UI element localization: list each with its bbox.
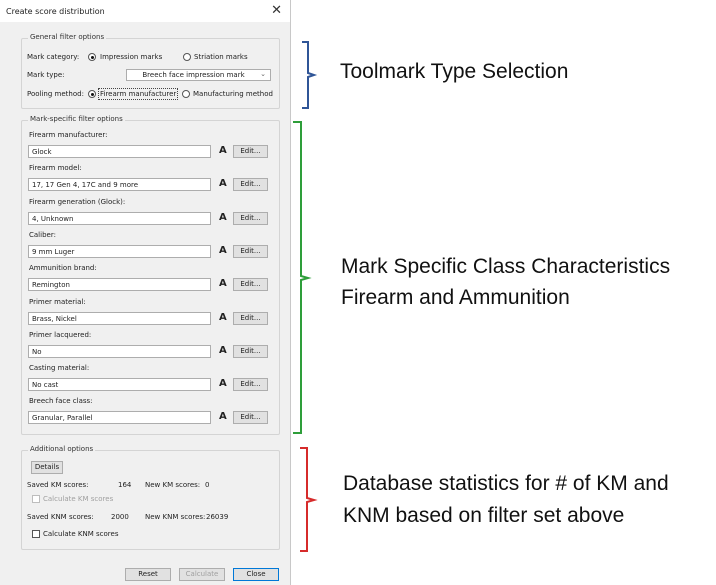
edit-button[interactable]: Edit...: [233, 345, 268, 358]
field-label: Ammunition brand:: [29, 264, 97, 272]
additional-options-group: Additional options Details Saved KM scor…: [21, 445, 280, 550]
field-label: Firearm manufacturer:: [29, 131, 108, 139]
impression-marks-label[interactable]: Impression marks: [100, 53, 162, 61]
edit-button[interactable]: Edit...: [233, 378, 268, 391]
text-filter-icon: A: [219, 345, 227, 356]
blue-brace: [302, 41, 318, 109]
calculate-button[interactable]: Calculate: [179, 568, 225, 581]
title-bar: Create score distribution ✕: [0, 0, 290, 22]
edit-button[interactable]: Edit...: [233, 178, 268, 191]
field-label: Breech face class:: [29, 397, 93, 405]
field-label: Firearm model:: [29, 164, 82, 172]
calculate-km-label: Calculate KM scores: [43, 495, 114, 503]
text-filter-icon: A: [219, 312, 227, 323]
red-brace-path: [300, 447, 318, 552]
calculate-knm-label: Calculate KNM scores: [43, 530, 119, 538]
edit-button[interactable]: Edit...: [233, 312, 268, 325]
text-filter-icon: A: [219, 245, 227, 256]
filter-value-field[interactable]: 4, Unknown: [28, 212, 211, 225]
blue-brace-path: [302, 41, 318, 109]
field-label: Caliber:: [29, 231, 56, 239]
filter-value-field[interactable]: Brass, Nickel: [28, 312, 211, 325]
firearm-manufacturer-radio[interactable]: [88, 90, 96, 98]
mark-type-label: Mark type:: [27, 71, 65, 79]
details-button[interactable]: Details: [31, 461, 63, 474]
striation-marks-label[interactable]: Striation marks: [194, 53, 248, 61]
pooling-method-label: Pooling method:: [27, 90, 84, 98]
mark-type-value: Breech face impression mark: [142, 71, 245, 79]
field-label: Firearm generation (Glock):: [29, 198, 126, 206]
mark-specific-legend: Mark-specific filter options: [28, 115, 125, 123]
mark-category-label: Mark category:: [27, 53, 80, 61]
green-brace: [293, 121, 312, 434]
filter-value-field[interactable]: No cast: [28, 378, 211, 391]
close-button[interactable]: Close: [233, 568, 279, 581]
green-brace-path: [293, 121, 312, 434]
edit-button[interactable]: Edit...: [233, 411, 268, 424]
close-icon[interactable]: ✕: [271, 3, 282, 18]
manufacturing-method-radio[interactable]: [182, 90, 190, 98]
manufacturing-method-label[interactable]: Manufacturing method: [193, 90, 273, 98]
red-brace: [300, 447, 318, 552]
new-km-value: 0: [205, 481, 210, 489]
calculate-km-checkbox[interactable]: [32, 495, 40, 503]
new-knm-value: 26039: [206, 513, 229, 521]
filter-value-field[interactable]: No: [28, 345, 211, 358]
text-filter-icon: A: [219, 212, 227, 223]
filter-value-field[interactable]: 9 mm Luger: [28, 245, 211, 258]
text-filter-icon: A: [219, 411, 227, 422]
text-filter-icon: A: [219, 145, 227, 156]
dialog-title: Create score distribution: [6, 7, 105, 16]
chevron-down-icon: ⌄: [260, 70, 266, 78]
filter-value-field[interactable]: Granular, Parallel: [28, 411, 211, 424]
text-filter-icon: A: [219, 178, 227, 189]
edit-button[interactable]: Edit...: [233, 245, 268, 258]
text-filter-icon: A: [219, 278, 227, 289]
filter-value-field[interactable]: Remington: [28, 278, 211, 291]
database-annotation-line1: Database statistics for # of KM and: [343, 472, 669, 495]
field-label: Primer lacquered:: [29, 331, 92, 339]
general-filter-group: General filter options Mark category: Im…: [21, 33, 280, 109]
toolmark-annotation: Toolmark Type Selection: [340, 60, 569, 83]
database-annotation-line2: KNM based on filter set above: [343, 504, 625, 527]
saved-knm-label: Saved KNM scores:: [27, 513, 94, 521]
mark-specific-annotation-line2: Firearm and Ammunition: [341, 286, 570, 309]
firearm-manufacturer-label[interactable]: Firearm manufacturer: [97, 88, 179, 100]
additional-options-legend: Additional options: [28, 445, 96, 453]
edit-button[interactable]: Edit...: [233, 212, 268, 225]
edit-button[interactable]: Edit...: [233, 278, 268, 291]
field-label: Casting material:: [29, 364, 90, 372]
general-filter-legend: General filter options: [28, 33, 107, 41]
saved-km-label: Saved KM scores:: [27, 481, 89, 489]
impression-marks-radio[interactable]: [88, 53, 96, 61]
filter-value-field[interactable]: Glock: [28, 145, 211, 158]
field-label: Primer material:: [29, 298, 86, 306]
saved-knm-value: 2000: [111, 513, 129, 521]
edit-button[interactable]: Edit...: [233, 145, 268, 158]
calculate-knm-checkbox[interactable]: [32, 530, 40, 538]
text-filter-icon: A: [219, 378, 227, 389]
new-knm-label: New KNM scores:: [145, 513, 206, 521]
mark-type-select[interactable]: Breech face impression mark ⌄: [126, 69, 271, 81]
reset-button[interactable]: Reset: [125, 568, 171, 581]
mark-specific-annotation-line1: Mark Specific Class Characteristics: [341, 255, 671, 278]
filter-value-field[interactable]: 17, 17 Gen 4, 17C and 9 more: [28, 178, 211, 191]
new-km-label: New KM scores:: [145, 481, 201, 489]
saved-km-value: 164: [118, 481, 132, 489]
striation-marks-radio[interactable]: [183, 53, 191, 61]
create-score-distribution-dialog: Create score distribution ✕ General filt…: [0, 0, 291, 585]
